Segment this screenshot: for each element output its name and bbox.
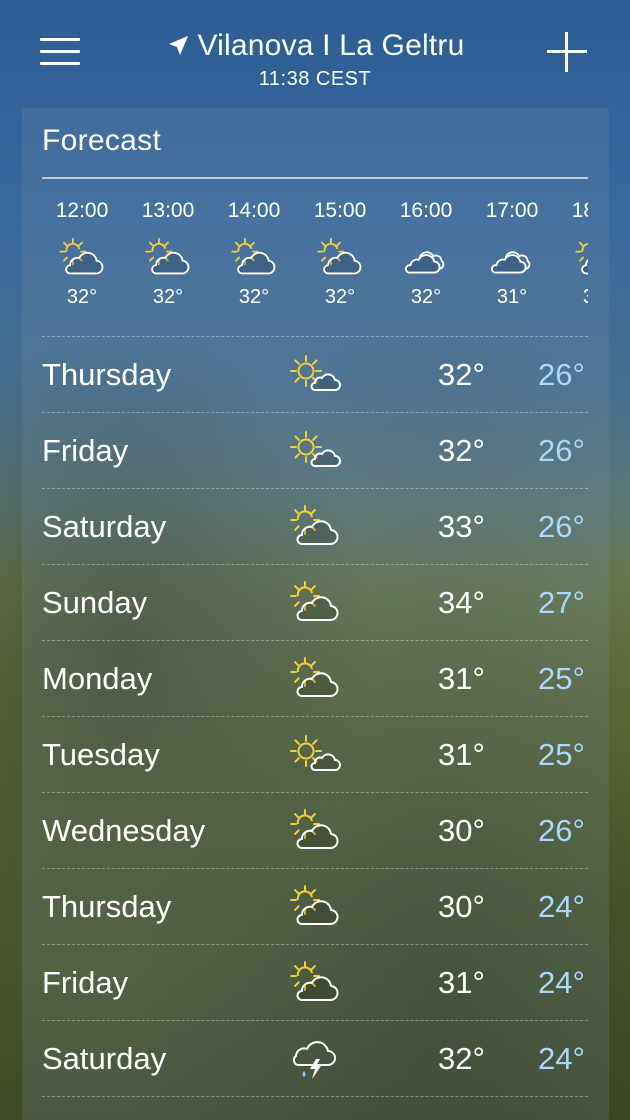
sun-big-cloud-icon [290, 885, 339, 925]
day-row[interactable]: Tuesday 31° 25° [42, 717, 588, 793]
cloud-icon [405, 251, 445, 274]
hour-item[interactable]: 18:00 31° [558, 190, 588, 309]
day-name: Tuesday [42, 737, 160, 772]
day-row[interactable]: Thursday 30° 24° [42, 869, 588, 945]
hour-time: 14:00 [227, 199, 281, 222]
local-time: 11:38 CEST [258, 68, 372, 90]
app-header: Vilanova I La Geltru 11:38 CEST [0, 0, 630, 108]
low-temp: 26° [538, 509, 585, 544]
high-temp: 34° [438, 585, 485, 620]
day-row[interactable]: Monday 31° 25° [42, 641, 588, 717]
sun-cloud-icon [575, 241, 588, 275]
sun-small-cloud-icon [290, 355, 341, 391]
sun-cloud-icon [317, 238, 362, 275]
low-temp: 24° [538, 889, 585, 924]
sun-cloud-icon [59, 238, 104, 275]
day-name: Thursday [42, 357, 172, 392]
day-row[interactable]: Wednesday 30° 26° [42, 793, 588, 869]
thunderstorm-icon [292, 1041, 336, 1079]
day-row[interactable]: Friday 31° 24° [42, 945, 588, 1021]
location-name: Vilanova I La Geltru [197, 29, 465, 62]
menu-line [40, 50, 80, 53]
low-temp: 26° [538, 357, 585, 392]
low-temp: 24° [538, 1041, 585, 1076]
hour-item[interactable]: 17:00 31° [472, 190, 552, 309]
high-temp: 33° [438, 509, 485, 544]
daily-forecast-list: Thursday 32° 26° Friday 32° 26° Saturday 33° 26°… [42, 337, 588, 1097]
cloud-icon [491, 251, 531, 274]
hour-temp: 32° [152, 286, 184, 308]
hour-time: 16:00 [399, 199, 453, 222]
high-temp: 31° [438, 737, 485, 772]
sun-cloud-icon [231, 238, 276, 275]
sun-small-cloud-icon [290, 431, 341, 467]
hour-time: 15:00 [313, 199, 367, 222]
day-name: Saturday [42, 1041, 167, 1076]
menu-button[interactable] [40, 36, 82, 68]
day-name: Wednesday [42, 813, 206, 848]
high-temp: 32° [438, 433, 485, 468]
day-row[interactable]: Friday 32° 26° [42, 413, 588, 489]
hour-temp: 32° [410, 286, 442, 308]
low-temp: 27° [538, 585, 585, 620]
day-row[interactable]: Sunday 34° 27° [42, 565, 588, 641]
high-temp: 30° [438, 813, 485, 848]
sun-big-cloud-icon [290, 657, 339, 697]
sun-big-cloud-icon [290, 961, 339, 1001]
menu-line [40, 62, 80, 65]
hour-item[interactable]: 12:00 32° [42, 190, 122, 309]
high-temp: 31° [438, 661, 485, 696]
day-name: Friday [42, 965, 129, 1000]
day-row[interactable]: Saturday 32° 24° [42, 1021, 588, 1097]
sun-small-cloud-icon [290, 735, 341, 771]
hour-time: 17:00 [485, 199, 539, 222]
day-name: Monday [42, 661, 153, 696]
hour-temp: 32° [66, 286, 98, 308]
sun-cloud-icon [145, 238, 190, 275]
day-name: Thursday [42, 889, 172, 924]
low-temp: 25° [538, 737, 585, 772]
sun-big-cloud-icon [290, 581, 339, 621]
day-name: Sunday [42, 585, 148, 620]
day-row[interactable]: Thursday 32° 26° [42, 337, 588, 413]
divider [42, 177, 588, 179]
hour-item[interactable]: 14:00 32° [214, 190, 294, 309]
location-header[interactable]: Vilanova I La Geltru 11:38 CEST [120, 26, 510, 91]
day-name: Saturday [42, 509, 167, 544]
hour-temp: 31° [558, 286, 588, 309]
low-temp: 24° [538, 965, 585, 1000]
hour-time: 13:00 [141, 199, 195, 222]
hour-item[interactable]: 13:00 32° [128, 190, 208, 309]
hourly-forecast-strip[interactable]: 12:00 32° 13:00 32° 14:00 32° 15:00 32° 16:00 32°… [42, 190, 588, 330]
high-temp: 30° [438, 889, 485, 924]
low-temp: 25° [538, 661, 585, 696]
high-temp: 31° [438, 965, 485, 1000]
high-temp: 32° [438, 1041, 485, 1076]
low-temp: 26° [538, 433, 585, 468]
hour-temp: 32° [324, 286, 356, 308]
day-row[interactable]: Saturday 33° 26° [42, 489, 588, 565]
sun-big-cloud-icon [290, 809, 339, 849]
hour-temp: 32° [238, 286, 270, 308]
hour-item[interactable]: 15:00 32° [300, 190, 380, 309]
hour-time: 18:00 [571, 199, 588, 222]
low-temp: 26° [538, 813, 585, 848]
hour-temp: 31° [496, 286, 528, 308]
hour-item[interactable]: 16:00 32° [386, 190, 466, 309]
add-location-button[interactable] [547, 32, 587, 72]
sun-big-cloud-icon [290, 505, 339, 545]
location-arrow-icon [168, 36, 188, 55]
high-temp: 32° [438, 357, 485, 392]
day-name: Friday [42, 433, 129, 468]
hour-time: 12:00 [55, 199, 109, 222]
forecast-title: Forecast [42, 124, 162, 157]
menu-line [40, 38, 80, 41]
